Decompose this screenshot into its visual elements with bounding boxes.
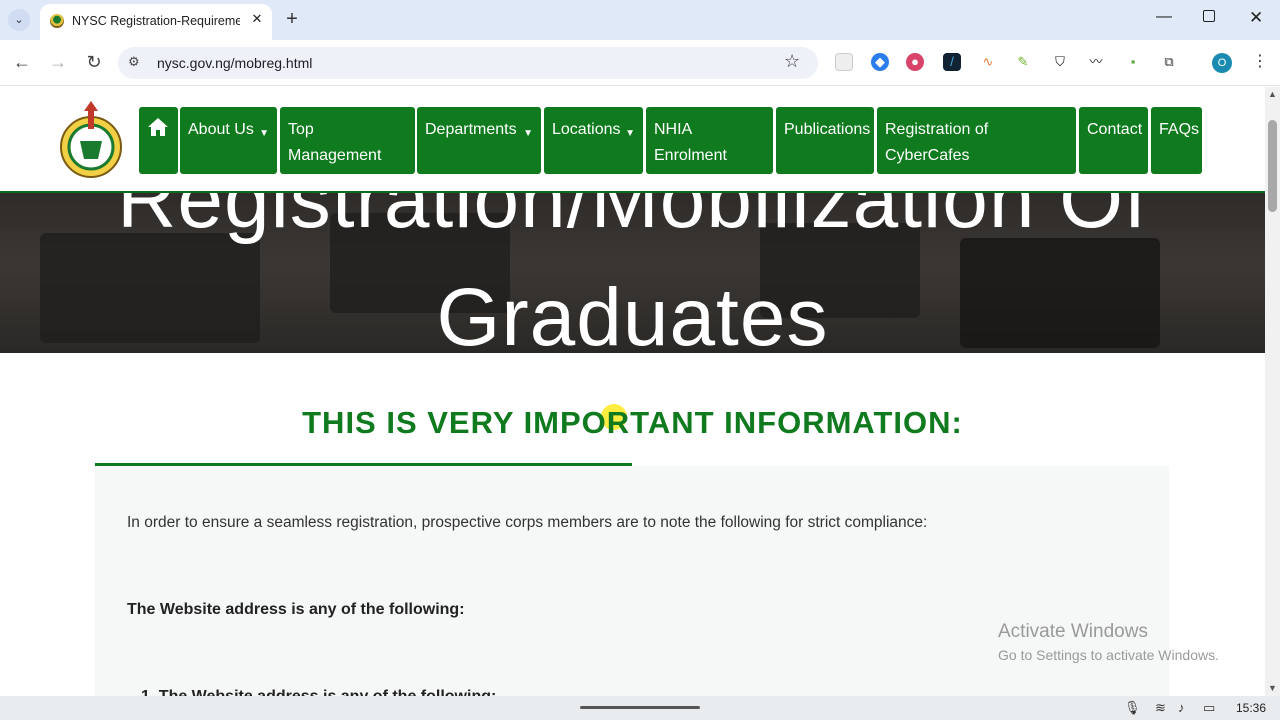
extension-shield-icon[interactable]: ⛉: [1051, 53, 1069, 71]
forward-arrow-icon[interactable]: →: [47, 52, 69, 73]
dropdown-caret-icon: ▼: [259, 128, 269, 139]
nav-departments[interactable]: Departments ▼: [417, 107, 541, 174]
page-viewport: Registration/Mobilization Of Graduates A…: [0, 87, 1265, 696]
nav-label: FAQs: [1159, 121, 1200, 138]
window-restore-icon[interactable]: [1203, 10, 1215, 22]
nav-label: NHIA Enrolment: [654, 121, 727, 164]
nav-contact[interactable]: Contact: [1079, 107, 1148, 174]
battery-icon[interactable]: ▭: [1203, 700, 1215, 716]
extension-chart-icon[interactable]: 〰: [1087, 53, 1105, 71]
extension-green-icon[interactable]: ✎: [1014, 53, 1032, 71]
taskbar-handle[interactable]: [580, 706, 700, 709]
tab-search-chevron-icon[interactable]: ⌄: [8, 9, 30, 31]
page-scrollbar[interactable]: ▲ ▼: [1265, 87, 1280, 696]
nav-publications[interactable]: Publications: [776, 107, 874, 174]
extension-grid-icon[interactable]: ▪: [1124, 53, 1142, 71]
scrollbar-thumb[interactable]: [1268, 120, 1277, 212]
tab-strip: ⌄ NYSC Registration-Requirements ✕ + — ✕: [0, 0, 1280, 40]
back-arrow-icon[interactable]: ←: [11, 52, 33, 73]
nav-label: Registration of CyberCafes: [885, 121, 989, 164]
nav-label: Top Management: [288, 121, 382, 164]
nysc-favicon-icon: [50, 14, 64, 28]
tab-close-icon[interactable]: ✕: [248, 11, 266, 27]
bookmark-star-icon[interactable]: ☆: [784, 51, 800, 72]
extension-pink-icon[interactable]: ●: [906, 53, 924, 71]
reload-icon[interactable]: ↻: [83, 52, 105, 73]
extension-orange-icon[interactable]: ∿: [979, 53, 997, 71]
tab-title: NYSC Registration-Requirements: [72, 14, 240, 28]
window-close-icon[interactable]: ✕: [1249, 8, 1263, 28]
home-icon: [148, 118, 168, 136]
nav-nhia-enrolment[interactable]: NHIA Enrolment: [646, 107, 773, 174]
extension-terminal-icon[interactable]: /: [943, 53, 961, 71]
browser-toolbar: ← → ↻ ⚙ nysc.gov.ng/mobreg.html ☆ ◆ ● / …: [0, 40, 1280, 86]
microphone-icon[interactable]: 🎙: [1124, 700, 1141, 716]
list-item: 1. The Website address is any of the fol…: [141, 688, 496, 696]
dropdown-caret-icon: ▼: [523, 128, 533, 139]
nav-faqs[interactable]: FAQs: [1151, 107, 1202, 174]
heading-underline: [95, 463, 632, 466]
clock-time[interactable]: 15:36: [1236, 701, 1266, 715]
scroll-up-arrow-icon[interactable]: ▲: [1268, 89, 1277, 99]
nav-registration-cybercafes[interactable]: Registration of CyberCafes: [877, 107, 1076, 174]
scroll-down-arrow-icon[interactable]: ▼: [1268, 683, 1277, 693]
nav-label: Contact: [1087, 121, 1143, 138]
site-header: About Us ▼ Top Management Departments ▼ …: [0, 87, 1265, 193]
extension-blue-icon[interactable]: ◆: [871, 53, 889, 71]
browser-tab-active[interactable]: NYSC Registration-Requirements ✕: [40, 4, 272, 40]
window-minimize-icon[interactable]: —: [1156, 8, 1172, 26]
dropdown-caret-icon: ▼: [625, 128, 635, 139]
important-info-heading: THIS IS VERY IMPORTANT INFORMATION:: [302, 405, 963, 440]
intro-paragraph: In order to ensure a seamless registrati…: [127, 514, 928, 531]
browser-menu-icon[interactable]: ⋮: [1252, 51, 1268, 71]
wifi-icon[interactable]: ≋: [1155, 700, 1166, 716]
activate-windows-title: Activate Windows: [998, 621, 1148, 642]
nav-label: Departments: [425, 121, 517, 138]
nav-locations[interactable]: Locations ▼: [544, 107, 643, 174]
nysc-logo: [60, 101, 122, 178]
os-taskbar: 🎙 ≋ ♪ ▭ 15:36: [0, 696, 1280, 720]
nav-home-button[interactable]: [139, 107, 178, 174]
volume-icon[interactable]: ♪: [1178, 700, 1185, 715]
nav-top-management[interactable]: Top Management: [280, 107, 415, 174]
activate-windows-subtitle: Go to Settings to activate Windows.: [998, 647, 1219, 663]
site-info-icon[interactable]: ⚙: [128, 54, 140, 70]
extension-blank-icon[interactable]: [835, 53, 853, 71]
nav-about-us[interactable]: About Us ▼: [180, 107, 277, 174]
profile-avatar[interactable]: O: [1212, 53, 1232, 73]
address-bar[interactable]: ⚙ nysc.gov.ng/mobreg.html ☆: [118, 47, 818, 79]
hero-title-line2: Graduates: [436, 272, 829, 353]
hero-title-line1: Registration/Mobilization Of: [117, 193, 1148, 245]
nav-label: About Us: [188, 121, 254, 138]
website-address-heading: The Website address is any of the follow…: [127, 601, 465, 618]
url-text: nysc.gov.ng/mobreg.html: [157, 55, 313, 71]
hero-banner: Registration/Mobilization Of Graduates: [0, 193, 1265, 353]
nav-label: Publications: [784, 121, 871, 138]
extensions-puzzle-icon[interactable]: ⧉: [1160, 53, 1178, 71]
new-tab-plus-icon[interactable]: +: [282, 8, 302, 31]
nav-label: Locations: [552, 121, 621, 138]
